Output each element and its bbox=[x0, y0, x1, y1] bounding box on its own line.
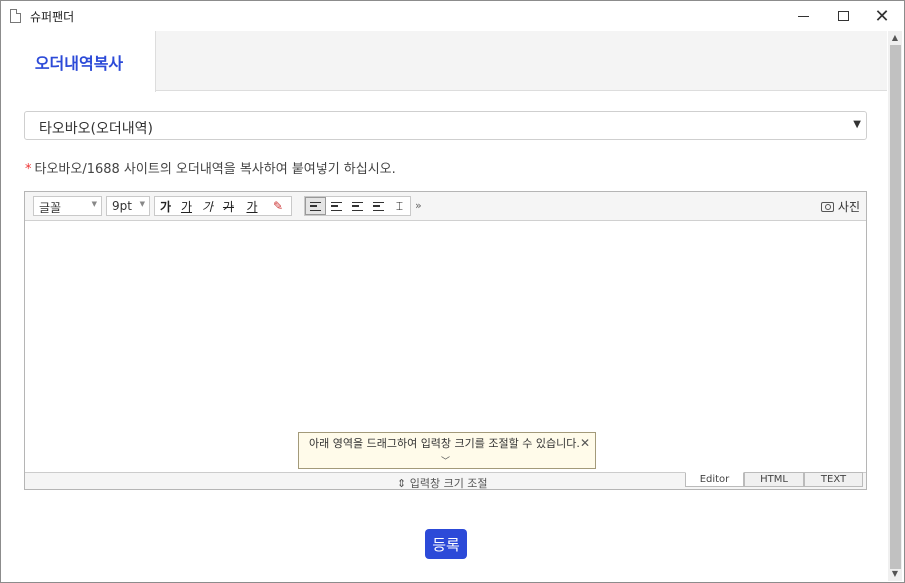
font-size-value: 9pt bbox=[112, 199, 132, 213]
chevron-down-icon: ﹀ bbox=[441, 457, 451, 467]
tab-bar: 오더내역복사 bbox=[3, 31, 887, 92]
notice-text: * 타오바오/1688 사이트의 오더내역을 복사하여 붙여넣기 하십시오. bbox=[25, 158, 396, 177]
minimize-button[interactable] bbox=[784, 1, 822, 31]
submit-button[interactable]: 등록 bbox=[425, 529, 467, 559]
main-content: 오더내역복사 타오바오(오더내역) ▼ * 타오바오/1688 사이트의 오더내역… bbox=[3, 31, 887, 581]
align-justify-button[interactable] bbox=[368, 197, 389, 215]
caret-down-icon: ▼ bbox=[91, 200, 97, 208]
photo-button[interactable]: 사진 bbox=[820, 198, 860, 215]
align-left-icon bbox=[310, 201, 321, 211]
minimize-icon bbox=[797, 15, 809, 17]
scroll-up-icon[interactable]: ▲ bbox=[888, 31, 902, 45]
camera-icon bbox=[820, 201, 834, 212]
close-icon: ✕ bbox=[874, 5, 890, 27]
align-center-icon bbox=[331, 201, 342, 211]
italic-button[interactable]: 가 bbox=[197, 197, 218, 215]
close-button[interactable]: ✕ bbox=[863, 1, 901, 31]
align-center-button[interactable] bbox=[326, 197, 347, 215]
bold-button[interactable]: 가 bbox=[155, 197, 176, 215]
resize-label: ⇕ 입력창 크기 조절 bbox=[397, 477, 488, 490]
caret-down-icon: ▼ bbox=[139, 200, 145, 208]
highlight-color-button[interactable]: ✎ bbox=[265, 197, 291, 215]
line-height-icon: ⌶ bbox=[395, 198, 404, 213]
chevron-down-icon: ▼ bbox=[853, 119, 861, 130]
resize-tooltip-text: 아래 영역을 드래그하여 입력창 크기를 조절할 수 있습니다. bbox=[309, 437, 580, 450]
required-mark: * bbox=[25, 162, 32, 177]
source-select[interactable]: 타오바오(오더내역) ▼ bbox=[24, 111, 867, 140]
font-family-select[interactable]: 글꼴 ▼ bbox=[33, 196, 102, 216]
align-right-icon bbox=[352, 201, 363, 211]
source-select-value: 타오바오(오더내역) bbox=[39, 121, 153, 137]
mode-tab-text[interactable]: TEXT bbox=[804, 472, 863, 487]
font-size-select[interactable]: 9pt ▼ bbox=[106, 196, 150, 216]
title-bar: 슈퍼팬더 ✕ bbox=[1, 1, 904, 31]
mode-tab-editor[interactable]: Editor bbox=[685, 472, 744, 487]
scroll-thumb[interactable] bbox=[890, 45, 901, 569]
photo-label: 사진 bbox=[837, 200, 860, 214]
align-right-button[interactable] bbox=[347, 197, 368, 215]
strikethrough-button[interactable]: 가 bbox=[218, 197, 239, 215]
window-title: 슈퍼팬더 bbox=[30, 10, 75, 24]
underline-button[interactable]: 가 bbox=[176, 197, 197, 215]
resize-tooltip: 아래 영역을 드래그하여 입력창 크기를 조절할 수 있습니다. ✕ ﹀ bbox=[298, 432, 596, 469]
app-window: 슈퍼팬더 ✕ 오더내역복사 타오바오(오더내역) ▼ * 타오바오/1688 사이… bbox=[0, 0, 905, 583]
maximize-button[interactable] bbox=[824, 1, 862, 31]
line-height-button[interactable]: ⌶ bbox=[389, 197, 410, 215]
font-family-value: 글꼴 bbox=[39, 201, 62, 215]
notice-message: 타오바오/1688 사이트의 오더내역을 복사하여 붙여넣기 하십시오. bbox=[34, 162, 396, 177]
resize-handle[interactable]: ⇕ 입력창 크기 조절 Editor HTML TEXT bbox=[25, 472, 866, 490]
scroll-down-icon[interactable]: ▼ bbox=[888, 567, 902, 581]
font-color-button[interactable]: 가 bbox=[239, 197, 265, 215]
close-icon[interactable]: ✕ bbox=[580, 437, 590, 449]
tab-order-copy[interactable]: 오더내역복사 bbox=[3, 31, 156, 92]
editor-toolbar: 글꼴 ▼ 9pt ▼ 가 가 가 가 가 ✎ ⌶ » 사진 bbox=[25, 192, 866, 221]
document-icon bbox=[10, 9, 21, 23]
vertical-scrollbar[interactable]: ▲ ▼ bbox=[888, 31, 902, 581]
highlight-icon: ✎ bbox=[272, 199, 284, 213]
mode-tab-html[interactable]: HTML bbox=[744, 472, 804, 487]
text-style-group: 가 가 가 가 가 ✎ bbox=[154, 196, 292, 216]
align-justify-icon bbox=[373, 201, 384, 211]
maximize-icon bbox=[837, 11, 849, 21]
rich-text-editor: 글꼴 ▼ 9pt ▼ 가 가 가 가 가 ✎ ⌶ » 사진 아래 영역을 드래그… bbox=[24, 191, 867, 490]
align-left-button[interactable] bbox=[305, 197, 326, 215]
more-tools-button[interactable]: » bbox=[415, 199, 422, 212]
align-group: ⌶ bbox=[304, 196, 411, 216]
